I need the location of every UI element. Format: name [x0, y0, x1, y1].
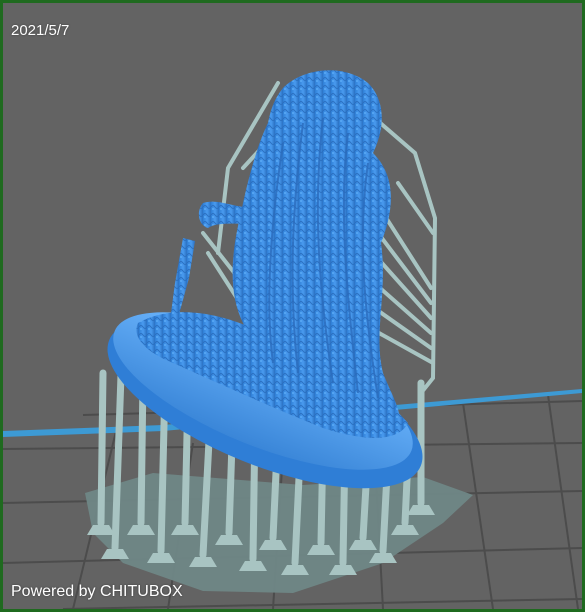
3d-viewport[interactable]: 2021/5/7 Powered by CHITUBOX	[3, 3, 582, 609]
print-preview-scene[interactable]	[3, 3, 582, 609]
date-stamp: 2021/5/7	[11, 22, 70, 39]
powered-by-watermark: Powered by CHITUBOX	[11, 583, 183, 600]
model-staff	[171, 238, 195, 318]
